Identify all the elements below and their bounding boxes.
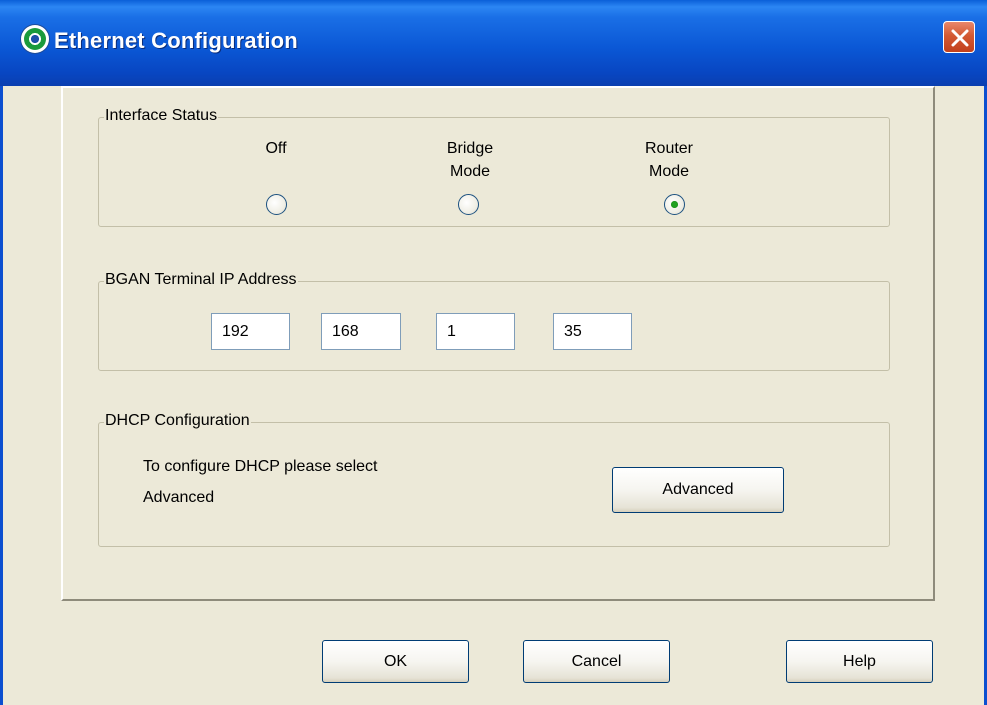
close-icon xyxy=(951,29,969,47)
close-button[interactable] xyxy=(943,21,975,53)
dhcp-configuration-legend: DHCP Configuration xyxy=(104,412,251,430)
ip-octet-4-input[interactable] xyxy=(553,313,632,350)
dhcp-instruction-line1: To configure DHCP please select xyxy=(143,458,378,475)
ip-address-legend: BGAN Terminal IP Address xyxy=(104,271,298,289)
radio-selected-dot xyxy=(671,201,678,208)
radio-router-mode[interactable] xyxy=(664,194,685,215)
ip-octet-2-input[interactable] xyxy=(321,313,401,350)
radio-bridge-label-line1: Bridge xyxy=(446,140,494,157)
interface-status-legend: Interface Status xyxy=(104,107,219,125)
ip-octet-3-input[interactable] xyxy=(436,313,515,350)
ethernet-configuration-dialog: Ethernet Configuration Interface Status … xyxy=(0,0,987,705)
title-bar[interactable]: Ethernet Configuration xyxy=(0,0,987,86)
radio-bridge-label-line2: Mode xyxy=(449,163,491,180)
radio-bridge-mode[interactable] xyxy=(458,194,479,215)
radio-off-label: Off xyxy=(265,140,287,157)
window-border-left xyxy=(0,86,3,705)
window-title: Ethernet Configuration xyxy=(54,28,298,53)
cancel-button[interactable]: Cancel xyxy=(523,640,670,683)
radio-router-label-line2: Mode xyxy=(648,163,690,180)
help-button[interactable]: Help xyxy=(786,640,933,683)
dhcp-instruction-line2: Advanced xyxy=(143,489,215,506)
ip-octet-1-input[interactable] xyxy=(211,313,290,350)
advanced-button[interactable]: Advanced xyxy=(612,467,784,513)
app-logo-icon xyxy=(21,25,49,53)
radio-router-label-line1: Router xyxy=(644,140,694,157)
radio-off[interactable] xyxy=(266,194,287,215)
ok-button[interactable]: OK xyxy=(322,640,469,683)
